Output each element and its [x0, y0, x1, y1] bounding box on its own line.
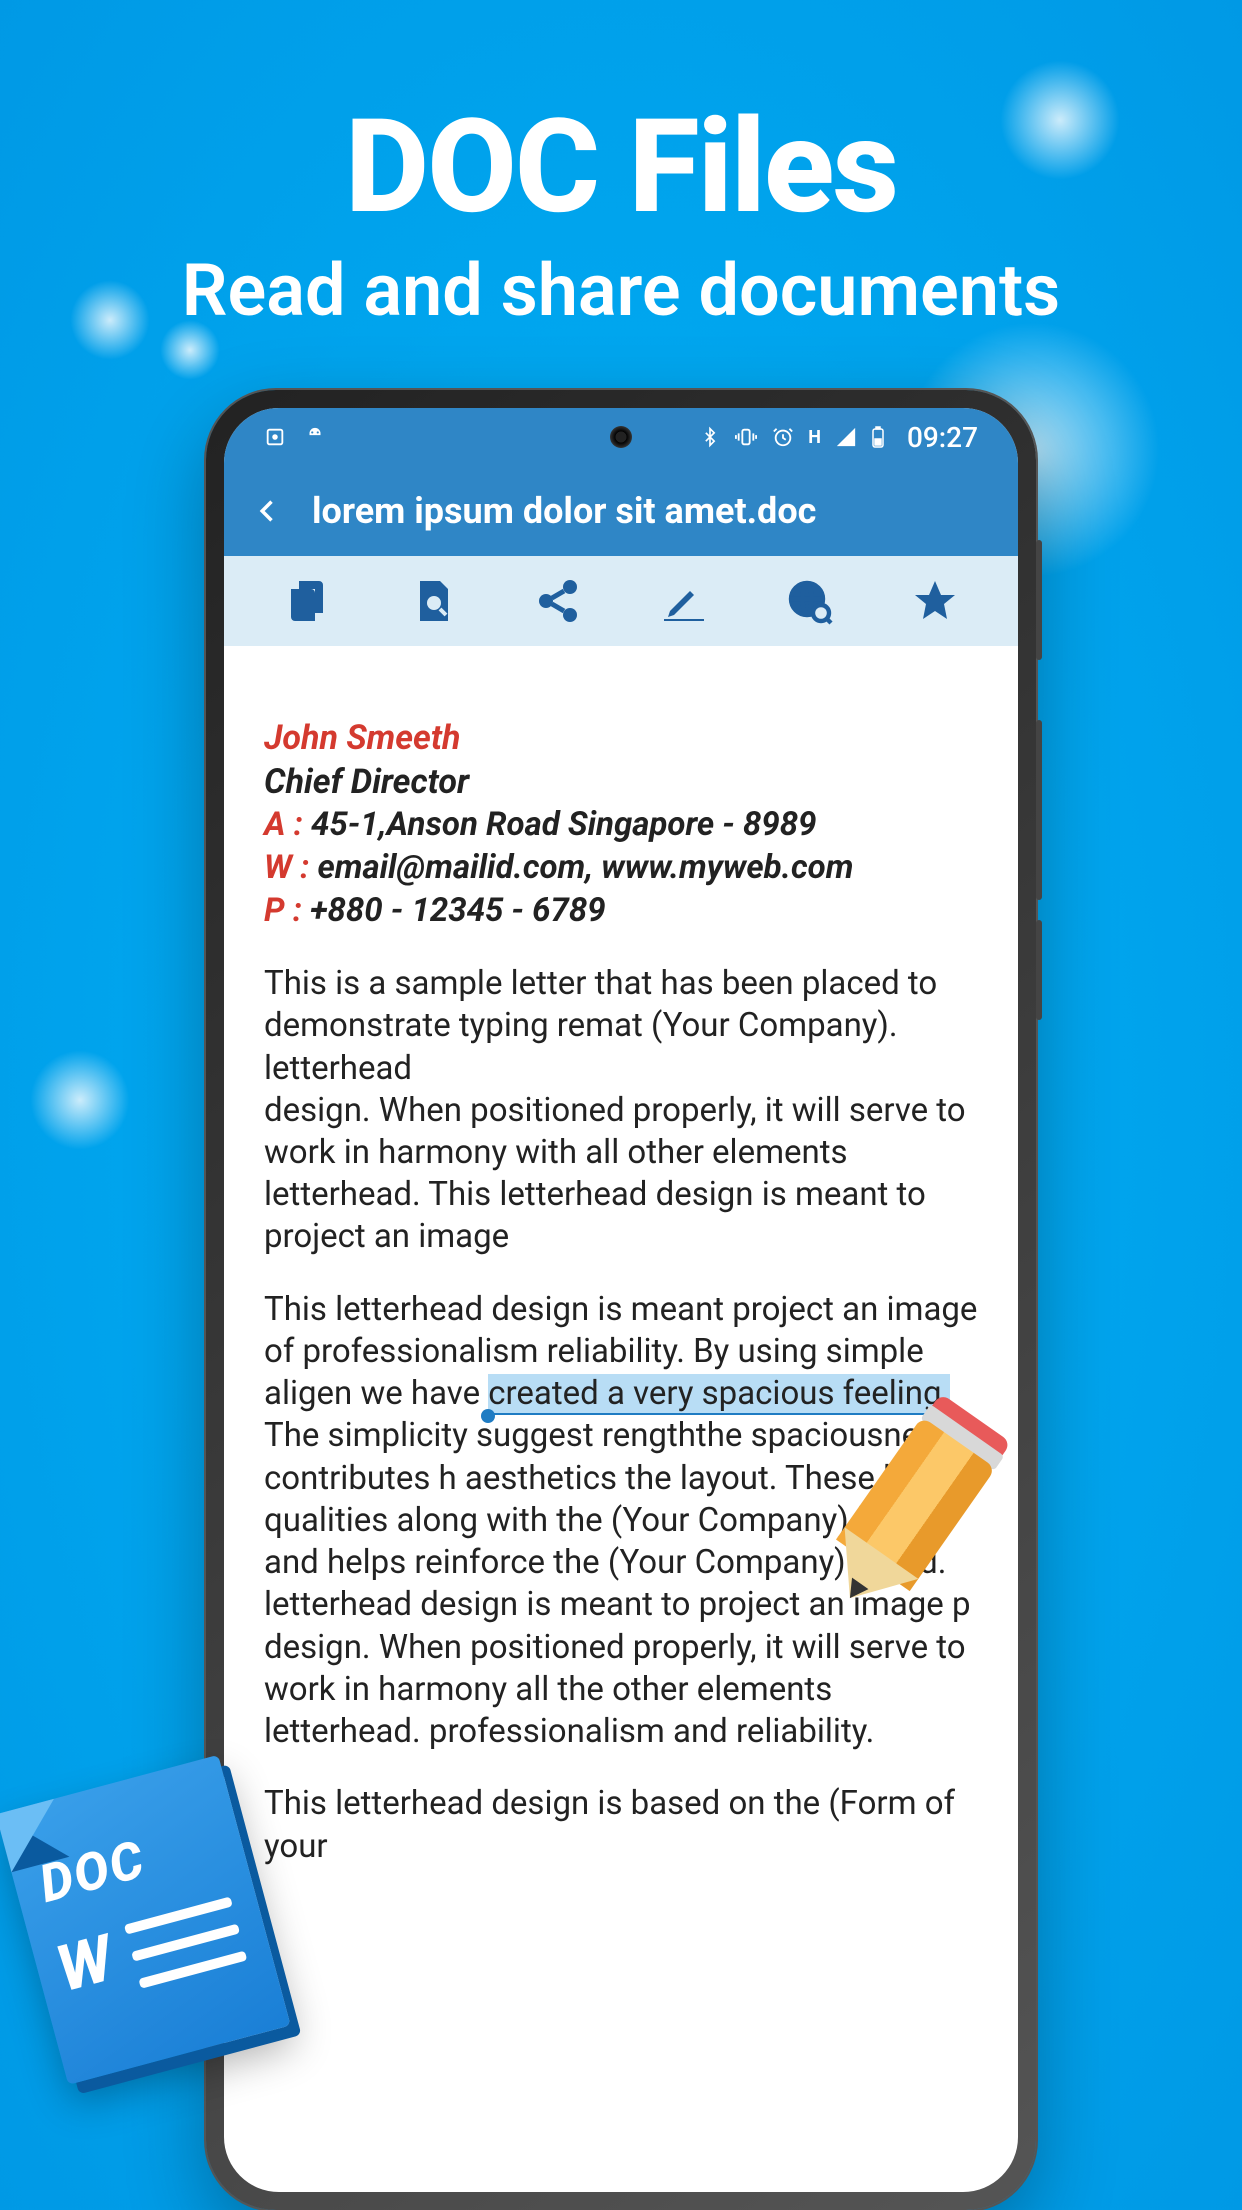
paragraph-3: This letterhead design is based on the (…	[264, 1783, 978, 1867]
toolbar	[224, 556, 1018, 646]
vibrate-icon	[734, 426, 758, 448]
phone-side-button	[1036, 920, 1042, 1020]
signal-icon	[835, 426, 857, 448]
address-label: A :	[264, 805, 303, 844]
document-body[interactable]: John Smeeth Chief Director A : 45-1,Anso…	[224, 646, 1018, 1898]
usb-icon	[264, 426, 286, 448]
document-filename: lorem ipsum dolor sit amet.doc	[312, 490, 816, 532]
address-value: 45-1,Anson Road Singapore - 8989	[311, 805, 817, 844]
web-value: email@mailid.com, www.myweb.com	[317, 848, 853, 887]
signal-type-label: H	[808, 427, 821, 448]
app-bar: lorem ipsum dolor sit amet.doc	[224, 466, 1018, 556]
phone-frame: H 09:27 lorem ipsum dolor sit amet.doc	[206, 390, 1036, 2210]
contact-name: John Smeeth	[264, 716, 978, 760]
sparkle-decor	[160, 320, 220, 380]
search-in-doc-button[interactable]	[405, 574, 460, 629]
sparkle-decor	[30, 1050, 130, 1150]
alarm-icon	[772, 426, 794, 448]
sparkle-decor	[70, 280, 150, 360]
contact-web: W : email@mailid.com, www.myweb.com	[264, 847, 978, 890]
sparkle-decor	[1000, 60, 1120, 180]
doc-badge-w: W	[49, 1921, 121, 2007]
phone-value: +880 - 12345 - 6789	[310, 891, 606, 930]
bluetooth-icon	[700, 425, 720, 449]
phone-label: P :	[264, 891, 302, 930]
contact-phone: P : +880 - 12345 - 6789	[264, 890, 978, 933]
share-button[interactable]	[531, 574, 586, 629]
web-label: W :	[264, 848, 309, 887]
web-search-button[interactable]	[782, 574, 837, 629]
phone-camera	[610, 426, 632, 448]
back-button[interactable]	[254, 487, 282, 536]
paragraph-1: This is a sample letter that has been pl…	[264, 963, 978, 1259]
favorite-button[interactable]	[908, 574, 963, 629]
phone-side-button	[1036, 540, 1042, 660]
contact-address: A : 45-1,Anson Road Singapore - 8989	[264, 804, 978, 847]
android-icon	[304, 426, 326, 448]
battery-icon	[871, 426, 885, 448]
copy-button[interactable]	[279, 574, 334, 629]
contact-role: Chief Director	[264, 760, 978, 804]
phone-side-button	[1036, 720, 1042, 900]
highlight-button[interactable]	[656, 574, 711, 629]
clock-time: 09:27	[907, 421, 978, 454]
selected-text[interactable]: created a very spacious feeling.	[488, 1374, 950, 1415]
